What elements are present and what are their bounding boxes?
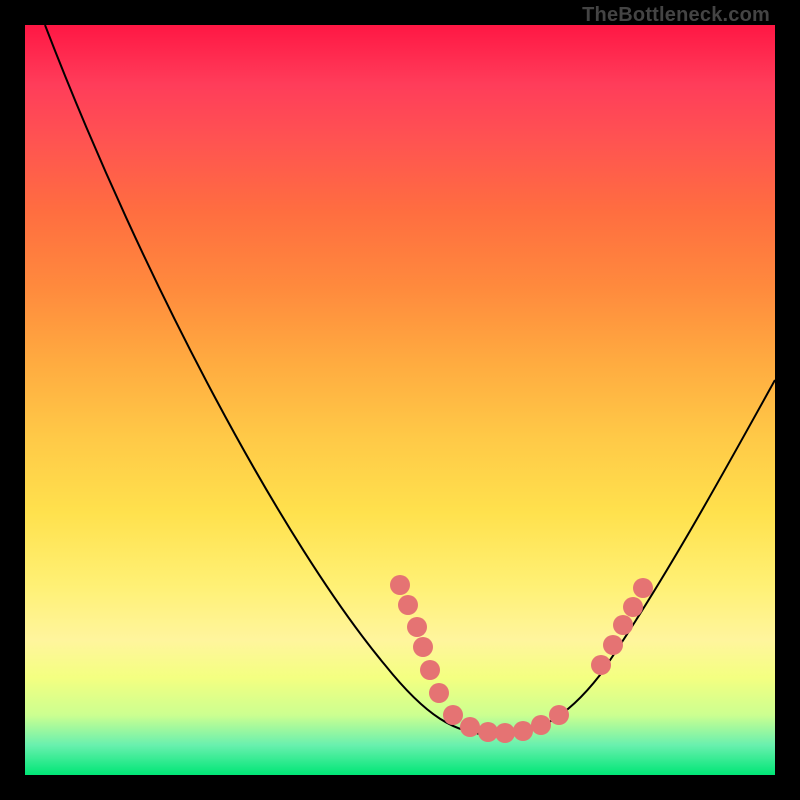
gradient-background	[25, 25, 775, 775]
watermark-text: TheBottleneck.com	[582, 4, 770, 27]
chart-frame	[25, 25, 775, 775]
